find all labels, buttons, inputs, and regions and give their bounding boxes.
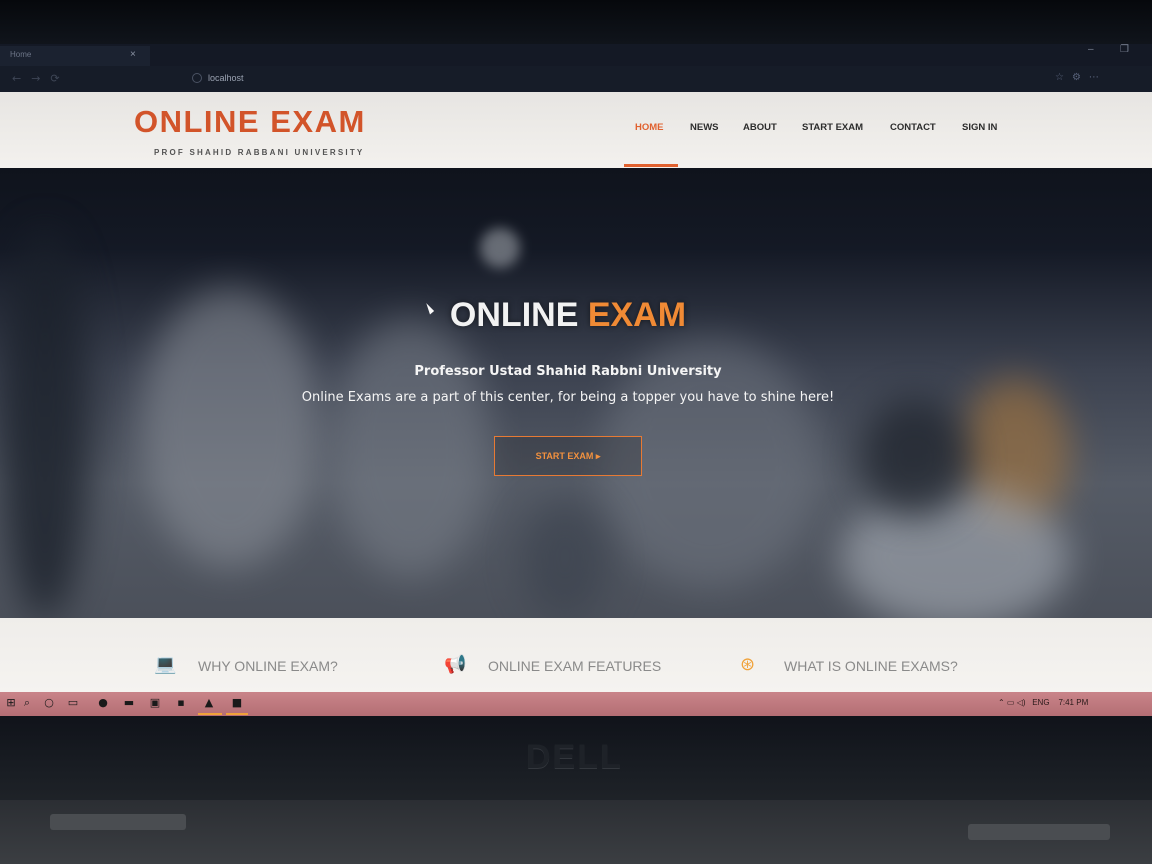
laptop-icon: 💻 xyxy=(154,654,177,675)
tray-icons: ⌃ ▭ ◁) xyxy=(998,698,1030,707)
nav-contact[interactable]: CONTACT xyxy=(890,122,936,133)
address-bar[interactable]: localhost xyxy=(208,73,244,83)
hero-title-part1: ONLINE xyxy=(449,296,579,334)
features-strip: 💻 WHY ONLINE EXAM? 📢 ONLINE EXAM FEATURE… xyxy=(0,618,1152,692)
hero-university-name: Professor Ustad Shahid Rabbni University xyxy=(414,364,722,379)
hero-bg-shape xyxy=(0,228,90,618)
nav-about[interactable]: ABOUT xyxy=(743,122,777,133)
browser-tab-strip: Home × – ❐ xyxy=(0,44,1152,66)
tab-title: Home xyxy=(10,50,32,59)
feature-label: WHY ONLINE EXAM? xyxy=(198,658,338,674)
hero-bg-shape xyxy=(480,228,520,268)
hero-title: ONLINE EXAM xyxy=(0,296,1136,335)
hero-bg-shape xyxy=(330,318,490,578)
app-icon[interactable]: ▪ xyxy=(174,696,188,710)
maximize-icon[interactable]: ❐ xyxy=(1120,44,1129,55)
edge-icon[interactable]: ● xyxy=(96,696,110,710)
hero-description: Online Exams are a part of this center, … xyxy=(301,390,835,405)
browser-nav-icons[interactable]: ←→⟳ xyxy=(12,72,70,85)
file-explorer-icon[interactable]: ▬ xyxy=(122,696,136,710)
site-header: ONLINE EXAM PROF SHAHID RABBANI UNIVERSI… xyxy=(0,92,1152,168)
extension-icons[interactable]: ☆⚙⋯ xyxy=(1055,72,1107,83)
search-icon[interactable]: ⌕ xyxy=(20,696,34,710)
nav-home[interactable]: HOME xyxy=(635,122,664,133)
laptop-hinge-right xyxy=(968,824,1110,840)
lifebuoy-icon: ⊛ xyxy=(740,654,756,675)
tray-language[interactable]: ENG xyxy=(1032,698,1049,707)
tray-clock[interactable]: 7:41 PM xyxy=(1058,698,1088,707)
task-view-icon[interactable]: ▭ xyxy=(66,696,80,710)
site-logo-subtitle: PROF SHAHID RABBANI UNIVERSITY xyxy=(154,148,365,157)
feature-label: ONLINE EXAM FEATURES xyxy=(488,658,662,674)
laptop-screen: Home × – ❐ ←→⟳ localhost ☆⚙⋯ ONLINE EXAM… xyxy=(0,44,1152,716)
app-icon[interactable]: ■ xyxy=(230,696,244,710)
hero-bg-shape xyxy=(840,488,1070,618)
nav-news[interactable]: NEWS xyxy=(690,122,719,133)
system-tray[interactable]: ⌃ ▭ ◁) ENG 7:41 PM xyxy=(998,698,1088,707)
hero-bg-shape xyxy=(860,398,970,518)
dell-logo: DELL xyxy=(526,738,623,776)
cortana-icon[interactable]: ○ xyxy=(42,696,56,710)
hero-bg-shape xyxy=(520,498,610,618)
windows-start-icon[interactable]: ⊞ xyxy=(4,696,18,710)
windows-taskbar: ⊞ ⌕ ○ ▭ ● ▬ ▣ ▪ ▲ ■ ⌃ ▭ ◁) ENG 7:41 PM xyxy=(0,692,1152,716)
nav-start-exam[interactable]: START EXAM xyxy=(802,122,863,133)
browser-address-row: ←→⟳ localhost ☆⚙⋯ xyxy=(0,66,1152,92)
laptop-bezel-top xyxy=(0,0,1152,44)
feature-label: WHAT IS ONLINE EXAMS? xyxy=(784,658,958,674)
xampp-icon[interactable]: ▲ xyxy=(202,696,216,710)
start-exam-button[interactable]: START EXAM ▸ xyxy=(494,436,642,476)
hero-section: ONLINE EXAM Professor Ustad Shahid Rabbn… xyxy=(0,168,1152,618)
browser-tab-home[interactable]: Home × xyxy=(0,46,150,66)
store-icon[interactable]: ▣ xyxy=(148,696,162,710)
nav-active-indicator xyxy=(624,164,678,167)
main-nav: HOME NEWS ABOUT START EXAM CONTACT SIGN … xyxy=(0,122,1152,142)
minimize-icon[interactable]: – xyxy=(1088,44,1094,55)
megaphone-icon: 📢 xyxy=(444,654,467,675)
tab-close-icon[interactable]: × xyxy=(130,49,136,60)
hero-title-part2: EXAM xyxy=(587,296,687,334)
active-app-indicator xyxy=(226,713,248,715)
active-app-indicator xyxy=(198,713,222,715)
site-info-icon[interactable] xyxy=(192,73,202,83)
laptop-hinge-left xyxy=(50,814,186,830)
nav-sign-in[interactable]: SIGN IN xyxy=(962,122,997,133)
